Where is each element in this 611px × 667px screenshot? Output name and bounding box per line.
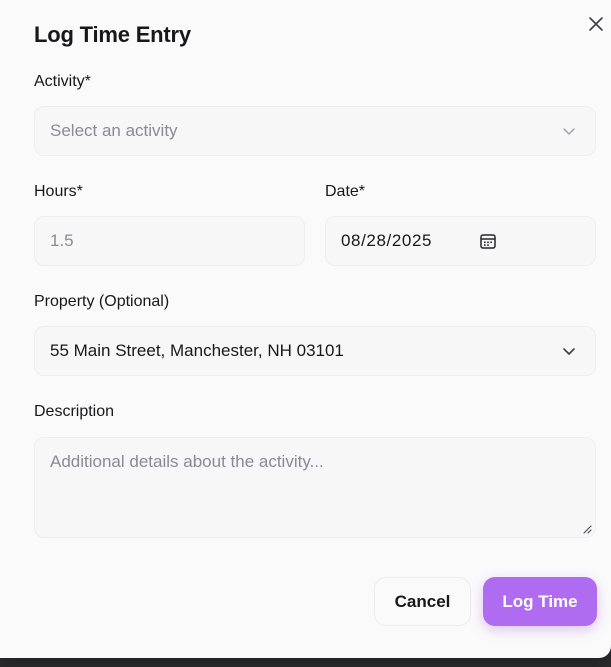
resize-handle-icon[interactable] xyxy=(582,524,592,534)
log-time-dialog: Log Time Entry Activity* Select an activ… xyxy=(0,0,611,658)
log-time-button[interactable]: Log Time xyxy=(483,577,597,626)
activity-label: Activity* xyxy=(34,73,91,90)
date-label: Date* xyxy=(325,183,366,200)
property-label: Property (Optional) xyxy=(34,293,170,310)
description-label: Description xyxy=(34,403,115,420)
date-input[interactable]: 08/28/2025 xyxy=(325,216,596,266)
description-placeholder: Additional details about the activity... xyxy=(50,452,324,471)
cancel-button[interactable]: Cancel xyxy=(374,577,471,626)
calendar-icon[interactable] xyxy=(479,232,497,250)
activity-placeholder: Select an activity xyxy=(50,121,178,140)
property-value: 55 Main Street, Manchester, NH 03101 xyxy=(50,341,344,360)
date-value: 08/28/2025 xyxy=(341,231,433,250)
property-select[interactable]: 55 Main Street, Manchester, NH 03101 xyxy=(34,326,596,376)
chevron-down-icon xyxy=(563,128,575,135)
hours-input[interactable]: 1.5 xyxy=(34,216,305,266)
chevron-down-icon xyxy=(563,348,575,355)
hours-placeholder: 1.5 xyxy=(50,231,74,250)
description-textarea[interactable]: Additional details about the activity... xyxy=(34,437,596,538)
activity-select[interactable]: Select an activity xyxy=(34,106,596,156)
dialog-title: Log Time Entry xyxy=(34,22,191,47)
hours-label: Hours* xyxy=(34,183,83,200)
close-icon[interactable] xyxy=(586,14,606,34)
